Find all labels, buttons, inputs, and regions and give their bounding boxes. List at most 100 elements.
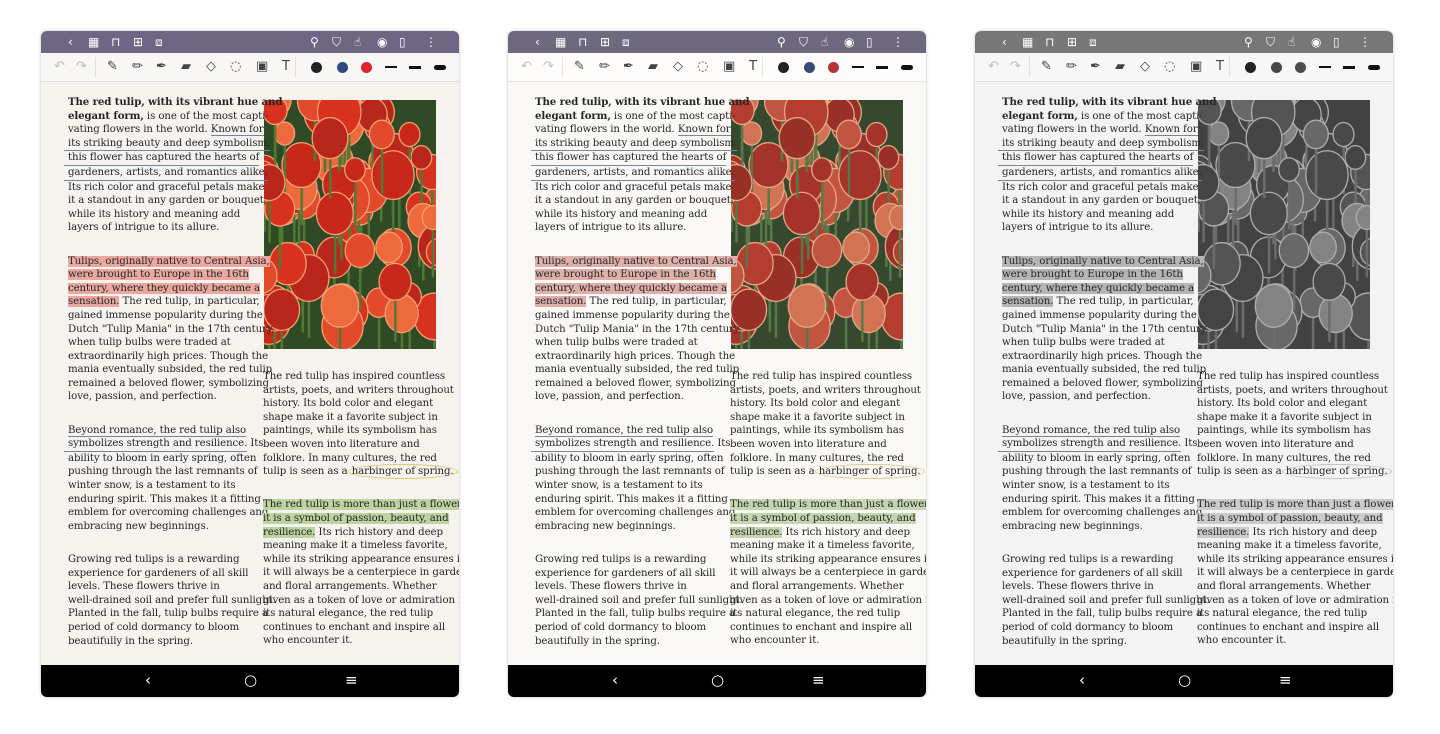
lasso-icon[interactable]: ◌ [1164, 59, 1175, 75]
image-insert-icon[interactable]: ▣ [256, 59, 268, 75]
crop-icon[interactable]: ⧈ [155, 34, 163, 50]
more-icon[interactable]: ⋮ [1359, 34, 1371, 50]
eraser-icon[interactable]: ◇ [206, 59, 216, 75]
pencil-icon[interactable]: ✏ [132, 59, 143, 75]
touch-icon[interactable]: ☝ [1288, 34, 1295, 50]
note-page[interactable]: The red tulip, with its vibrant hue and e… [508, 82, 926, 665]
undo-icon[interactable]: ↶ [54, 59, 65, 75]
search-icon[interactable]: ⚲ [1244, 34, 1253, 50]
image-insert-icon[interactable]: ▣ [1190, 59, 1202, 75]
stroke-width-3[interactable] [1368, 64, 1380, 70]
color-swatch-red[interactable] [1295, 62, 1306, 73]
undo-icon[interactable]: ↶ [988, 59, 999, 75]
add-icon[interactable]: ⊞ [1067, 34, 1077, 50]
highlighter-icon[interactable]: ▰ [1115, 59, 1125, 75]
page-icon[interactable]: ▯ [1333, 34, 1340, 50]
back-icon[interactable]: ‹ [1002, 34, 1007, 50]
stroke-width-2[interactable] [409, 65, 421, 69]
text-line: meaning make it a timeless favorite, [730, 539, 926, 553]
image-insert-icon[interactable]: ▣ [723, 59, 735, 75]
nav-home-icon[interactable]: ○ [1178, 671, 1191, 689]
stroke-width-2[interactable] [876, 65, 888, 69]
search-icon[interactable]: ⚲ [777, 34, 786, 50]
lasso-icon[interactable]: ◌ [697, 59, 708, 75]
text-line: elegant form, is one of the most capti- [1002, 110, 1216, 124]
nav-back-icon[interactable]: ‹ [612, 671, 618, 689]
marker-icon[interactable]: ✒ [1090, 59, 1101, 75]
text-line: well-drained soil and prefer full sunlig… [1002, 594, 1216, 608]
text-box-icon[interactable]: T [282, 59, 290, 75]
marker-icon[interactable]: ✒ [156, 59, 167, 75]
bookmark-icon[interactable]: ⊓ [578, 34, 587, 50]
stroke-width-3[interactable] [434, 64, 446, 70]
text-span: mania eventually subsided, the red tulip [1002, 364, 1207, 376]
undo-icon[interactable]: ↶ [521, 59, 532, 75]
eraser-icon[interactable]: ◇ [1140, 59, 1150, 75]
stroke-width-1[interactable] [852, 66, 864, 68]
nav-home-icon[interactable]: ○ [244, 671, 257, 689]
page-icon[interactable]: ▯ [399, 34, 406, 50]
touch-icon[interactable]: ☝ [821, 34, 828, 50]
text-box-icon[interactable]: T [1216, 59, 1224, 75]
eraser-icon[interactable]: ◇ [673, 59, 683, 75]
nav-home-icon[interactable]: ○ [711, 671, 724, 689]
eye-icon[interactable]: ◉ [1311, 34, 1321, 50]
color-swatch-red[interactable] [828, 62, 839, 73]
grid-icon[interactable]: ▦ [1022, 34, 1033, 50]
back-icon[interactable]: ‹ [68, 34, 73, 50]
pencil-icon[interactable]: ✏ [1066, 59, 1077, 75]
bold-text: elegant form, [535, 109, 611, 122]
pen-icon[interactable]: ✎ [107, 59, 118, 75]
color-swatch-blue[interactable] [1271, 62, 1282, 73]
shirt-icon[interactable]: ⛉ [332, 34, 341, 50]
nav-menu-icon[interactable]: ≡ [1279, 671, 1292, 689]
color-swatch-black[interactable] [1245, 62, 1256, 73]
nav-back-icon[interactable]: ‹ [145, 671, 151, 689]
eye-icon[interactable]: ◉ [377, 34, 387, 50]
stroke-width-1[interactable] [385, 66, 397, 68]
add-icon[interactable]: ⊞ [133, 34, 143, 50]
bookmark-icon[interactable]: ⊓ [1045, 34, 1054, 50]
nav-menu-icon[interactable]: ≡ [812, 671, 825, 689]
marker-icon[interactable]: ✒ [623, 59, 634, 75]
color-swatch-red[interactable] [361, 62, 372, 73]
color-swatch-black[interactable] [311, 62, 322, 73]
stroke-width-1[interactable] [1319, 66, 1331, 68]
search-icon[interactable]: ⚲ [310, 34, 319, 50]
stroke-width-3[interactable] [901, 64, 913, 70]
page-icon[interactable]: ▯ [866, 34, 873, 50]
color-swatch-blue[interactable] [337, 62, 348, 73]
lasso-icon[interactable]: ◌ [230, 59, 241, 75]
color-swatch-black[interactable] [778, 62, 789, 73]
eye-icon[interactable]: ◉ [844, 34, 854, 50]
redo-icon[interactable]: ↷ [76, 59, 87, 75]
grid-icon[interactable]: ▦ [555, 34, 566, 50]
nav-back-icon[interactable]: ‹ [1079, 671, 1085, 689]
more-icon[interactable]: ⋮ [425, 34, 437, 50]
redo-icon[interactable]: ↷ [1010, 59, 1021, 75]
shirt-icon[interactable]: ⛉ [1266, 34, 1275, 50]
grid-icon[interactable]: ▦ [88, 34, 99, 50]
more-icon[interactable]: ⋮ [892, 34, 904, 50]
pen-icon[interactable]: ✎ [574, 59, 585, 75]
text-line: Beyond romance, the red tulip also [68, 424, 282, 438]
back-icon[interactable]: ‹ [535, 34, 540, 50]
crop-icon[interactable]: ⧈ [622, 34, 630, 50]
bookmark-icon[interactable]: ⊓ [111, 34, 120, 50]
pen-icon[interactable]: ✎ [1041, 59, 1052, 75]
shirt-icon[interactable]: ⛉ [799, 34, 808, 50]
text-span: Its [247, 438, 264, 450]
highlighter-icon[interactable]: ▰ [648, 59, 658, 75]
note-page[interactable]: The red tulip, with its vibrant hue and e… [41, 82, 459, 665]
pencil-icon[interactable]: ✏ [599, 59, 610, 75]
color-swatch-blue[interactable] [804, 62, 815, 73]
redo-icon[interactable]: ↷ [543, 59, 554, 75]
stroke-width-2[interactable] [1343, 65, 1355, 69]
highlighter-icon[interactable]: ▰ [181, 59, 191, 75]
crop-icon[interactable]: ⧈ [1089, 34, 1097, 50]
nav-menu-icon[interactable]: ≡ [345, 671, 358, 689]
text-box-icon[interactable]: T [749, 59, 757, 75]
add-icon[interactable]: ⊞ [600, 34, 610, 50]
touch-icon[interactable]: ☝ [354, 34, 361, 50]
note-page[interactable]: The red tulip, with its vibrant hue and e… [975, 82, 1393, 665]
